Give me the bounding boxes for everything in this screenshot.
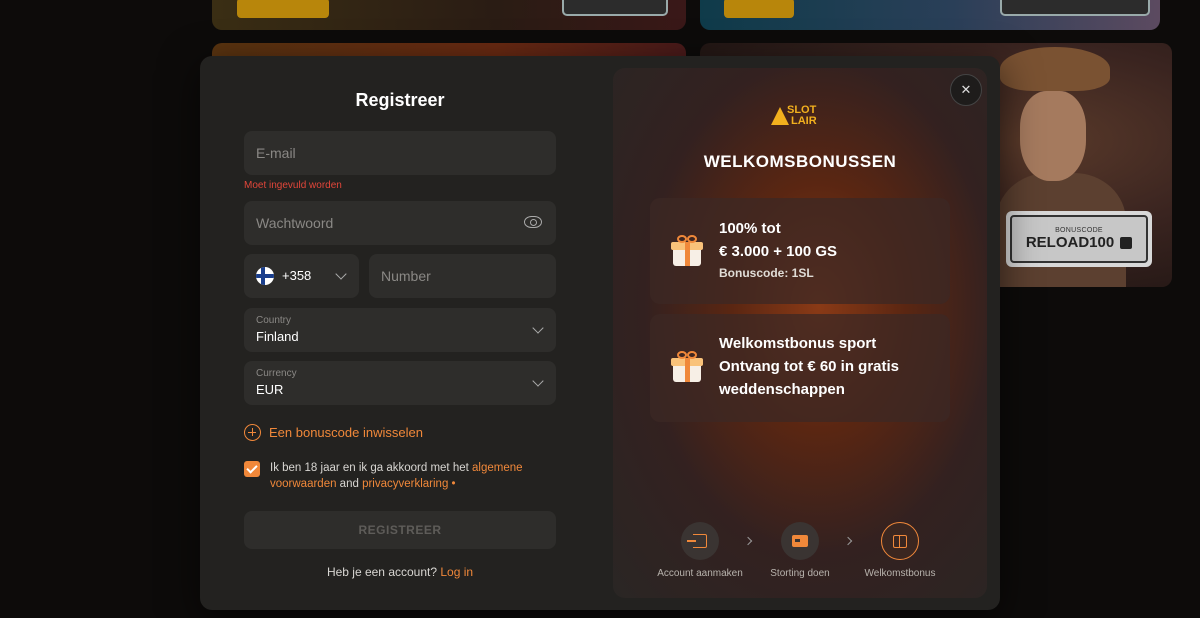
terms-text: Ik ben 18 jaar en ik ga akkoord met het (270, 462, 473, 474)
welcome-bonus-panel: ✕ SLOT LAIR WELKOMSBONUSSEN 100% tot € 3… (613, 68, 987, 598)
slotlair-logo: SLOT LAIR (771, 104, 831, 128)
step-deposit: Storting doen (750, 522, 850, 579)
dial-code: +358 (282, 268, 312, 283)
bonus-code-label: BONUSCODE (1055, 227, 1103, 234)
login-icon (687, 534, 707, 548)
bonus-code-link[interactable]: Een bonuscode inwisselen (244, 424, 423, 441)
plus-circle-icon (244, 424, 261, 441)
register-modal: Registreer E-mail Moet ingevuld worden W… (200, 56, 1000, 610)
phone-placeholder: Number (381, 268, 431, 284)
email-field[interactable]: E-mail (244, 131, 556, 175)
gift-icon (670, 350, 704, 384)
bonus-code-value: RELOAD100 (1025, 234, 1115, 251)
password-field[interactable]: Wachtwoord (244, 201, 556, 245)
register-form: Registreer E-mail Moet ingevuld worden W… (244, 56, 556, 579)
offer-bonus-code: Bonuscode: 1SL (719, 266, 814, 280)
copy-icon[interactable] (1120, 236, 1133, 249)
card-icon (792, 535, 808, 547)
close-button[interactable]: ✕ (950, 74, 982, 106)
login-link[interactable]: Log in (440, 565, 473, 579)
required-mark: • (448, 478, 456, 490)
register-button[interactable]: REGISTREER (244, 511, 556, 549)
chevron-down-icon (335, 268, 347, 280)
offer-card-sport: Welkomstbonus sport Ontvang tot € 60 in … (650, 314, 950, 422)
gift-icon (893, 534, 907, 548)
finland-flag-icon (256, 267, 274, 285)
currency-value: EUR (256, 382, 284, 397)
offer-card-casino: 100% tot € 3.000 + 100 GS Bonuscode: 1SL (650, 198, 950, 304)
game-card[interactable] (212, 0, 686, 30)
offer-line: € 3.000 + 100 GS (719, 243, 838, 260)
offer-line: Welkomstbonus sport (719, 335, 877, 352)
offer-line: 100% tot (719, 220, 781, 237)
offer-line: weddenschappen (719, 381, 845, 398)
country-select[interactable]: Country Finland (244, 308, 556, 352)
currency-label: Currency (256, 368, 297, 379)
promo-title: WELKOMSBONUSSEN (703, 152, 897, 171)
terms-and: and (336, 478, 363, 490)
offer-line: Ontvang tot € 60 in gratis (719, 358, 900, 375)
email-placeholder: E-mail (256, 145, 296, 161)
currency-select[interactable]: Currency EUR (244, 361, 556, 405)
game-card[interactable] (700, 0, 1160, 30)
country-value: Finland (256, 329, 299, 344)
chevron-down-icon (532, 322, 544, 334)
password-placeholder: Wachtwoord (256, 215, 334, 231)
bonus-code-link-label: Een bonuscode inwisselen (269, 425, 423, 440)
step-welcome-bonus: Welkomstbonus (850, 522, 950, 579)
signup-steps: Account aanmaken Storting doen Welkomstb… (613, 522, 987, 582)
terms-agreement: Ik ben 18 jaar en ik ga akkoord met het … (244, 460, 556, 492)
form-title: Registreer (355, 90, 445, 110)
gift-icon (670, 234, 704, 268)
bonus-code-box[interactable]: BONUSCODE RELOAD100 (1006, 211, 1152, 267)
email-error: Moet ingevuld worden (244, 180, 342, 191)
chevron-down-icon (532, 375, 544, 387)
country-label: Country (256, 315, 292, 326)
terms-checkbox[interactable] (244, 461, 260, 477)
phone-number-field[interactable]: Number (369, 254, 556, 298)
step-create-account: Account aanmaken (650, 522, 750, 579)
login-prompt: Heb je een account? Log in (326, 565, 474, 579)
eye-icon[interactable] (524, 216, 542, 228)
privacy-link[interactable]: privacyverklaring (362, 478, 448, 490)
phone-country-select[interactable]: +358 (244, 254, 359, 298)
